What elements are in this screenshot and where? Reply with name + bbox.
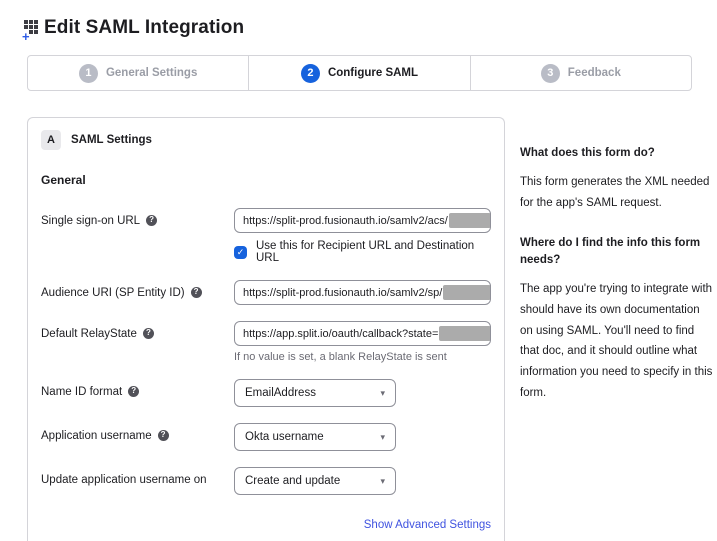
help-body: This form generates the XML needed for t… — [520, 172, 715, 213]
field-label: Application username ? — [41, 423, 234, 451]
update-application-username-select[interactable]: Create and update ▾ — [234, 467, 396, 495]
field-label-text: Default RelayState — [41, 327, 137, 342]
field-label: Audience URI (SP Entity ID) ? — [41, 280, 234, 305]
field-row-single-sign-on-url: Single sign-on URL ? https://split-prod.… — [41, 208, 491, 264]
application-username-select[interactable]: Okta username ▾ — [234, 423, 396, 451]
chevron-down-icon: ▾ — [380, 388, 385, 399]
chevron-down-icon: ▾ — [380, 432, 385, 443]
field-label-text: Single sign-on URL — [41, 214, 140, 229]
redacted-value-block — [449, 213, 491, 228]
step-general-settings[interactable]: 1 General Settings — [28, 56, 248, 90]
default-relaystate-input[interactable]: https://app.split.io/oauth/callback?stat… — [234, 321, 491, 346]
step-feedback[interactable]: 3 Feedback — [470, 56, 691, 90]
section-header: A SAML Settings — [41, 130, 491, 150]
step-configure-saml[interactable]: 2 Configure SAML — [248, 56, 469, 90]
redacted-value-block — [439, 326, 491, 341]
plus-icon: + — [22, 30, 30, 43]
select-value: Create and update — [245, 475, 340, 487]
help-body: The app you're trying to integrate with … — [520, 279, 715, 403]
field-control: https://split-prod.fusionauth.io/samlv2/… — [234, 208, 491, 264]
field-hint: If no value is set, a blank RelayState i… — [234, 351, 491, 363]
field-row-application-username: Application username ? Okta username ▾ — [41, 423, 491, 451]
single-sign-on-url-input[interactable]: https://split-prod.fusionauth.io/samlv2/… — [234, 208, 491, 233]
field-control: Okta username ▾ — [234, 423, 491, 451]
page-header: + Edit SAML Integration — [0, 0, 717, 41]
section-title: SAML Settings — [71, 134, 152, 146]
chevron-down-icon: ▾ — [380, 476, 385, 487]
redacted-value-block — [443, 285, 491, 300]
add-app-grid-icon: + — [24, 20, 41, 37]
input-value: https://split-prod.fusionauth.io/samlv2/… — [243, 287, 442, 299]
checkbox-checked-icon[interactable]: ✓ — [234, 246, 247, 259]
help-icon[interactable]: ? — [146, 215, 157, 226]
field-label-text: Update application username on — [41, 473, 207, 488]
help-icon[interactable]: ? — [191, 287, 202, 298]
checkbox-label: Use this for Recipient URL and Destinati… — [256, 240, 491, 264]
group-title-general: General — [41, 173, 491, 187]
audience-uri-input[interactable]: https://split-prod.fusionauth.io/samlv2/… — [234, 280, 491, 305]
step-1-badge: 1 — [79, 64, 98, 83]
field-control: EmailAddress ▾ — [234, 379, 491, 407]
page-title: Edit SAML Integration — [44, 17, 244, 39]
field-label-text: Application username — [41, 429, 152, 444]
field-label-text: Audience URI (SP Entity ID) — [41, 286, 185, 301]
field-row-name-id-format: Name ID format ? EmailAddress ▾ — [41, 379, 491, 407]
field-control: https://split-prod.fusionauth.io/samlv2/… — [234, 280, 491, 305]
field-control: Create and update ▾ — [234, 467, 491, 495]
recipient-destination-checkbox-row: ✓ Use this for Recipient URL and Destina… — [234, 240, 491, 264]
show-advanced-settings-link[interactable]: Show Advanced Settings — [41, 519, 491, 531]
help-icon[interactable]: ? — [143, 328, 154, 339]
help-sidebar: What does this form do? This form genera… — [520, 117, 715, 424]
field-control: https://app.split.io/oauth/callback?stat… — [234, 321, 491, 363]
field-row-update-application-username: Update application username on Create an… — [41, 467, 491, 495]
wizard-stepper: 1 General Settings 2 Configure SAML 3 Fe… — [27, 55, 692, 91]
field-label: Update application username on — [41, 467, 234, 495]
name-id-format-select[interactable]: EmailAddress ▾ — [234, 379, 396, 407]
help-heading: Where do I find the info this form needs… — [520, 235, 715, 270]
section-letter-badge: A — [41, 130, 61, 150]
field-label: Single sign-on URL ? — [41, 208, 234, 264]
saml-settings-panel: A SAML Settings General Single sign-on U… — [27, 117, 505, 541]
help-heading: What does this form do? — [520, 145, 715, 162]
select-value: Okta username — [245, 431, 324, 443]
field-label: Name ID format ? — [41, 379, 234, 407]
select-value: EmailAddress — [245, 387, 316, 399]
step-1-label: General Settings — [106, 67, 197, 79]
field-row-audience-uri: Audience URI (SP Entity ID) ? https://sp… — [41, 280, 491, 305]
step-2-label: Configure SAML — [328, 67, 418, 79]
field-label-text: Name ID format — [41, 385, 122, 400]
field-label: Default RelayState ? — [41, 321, 234, 363]
step-3-label: Feedback — [568, 67, 621, 79]
input-value: https://app.split.io/oauth/callback?stat… — [243, 328, 438, 340]
main-content: A SAML Settings General Single sign-on U… — [0, 117, 717, 541]
help-icon[interactable]: ? — [128, 386, 139, 397]
field-row-default-relaystate: Default RelayState ? https://app.split.i… — [41, 321, 491, 363]
step-3-badge: 3 — [541, 64, 560, 83]
step-2-badge: 2 — [301, 64, 320, 83]
help-icon[interactable]: ? — [158, 430, 169, 441]
input-value: https://split-prod.fusionauth.io/samlv2/… — [243, 215, 448, 227]
